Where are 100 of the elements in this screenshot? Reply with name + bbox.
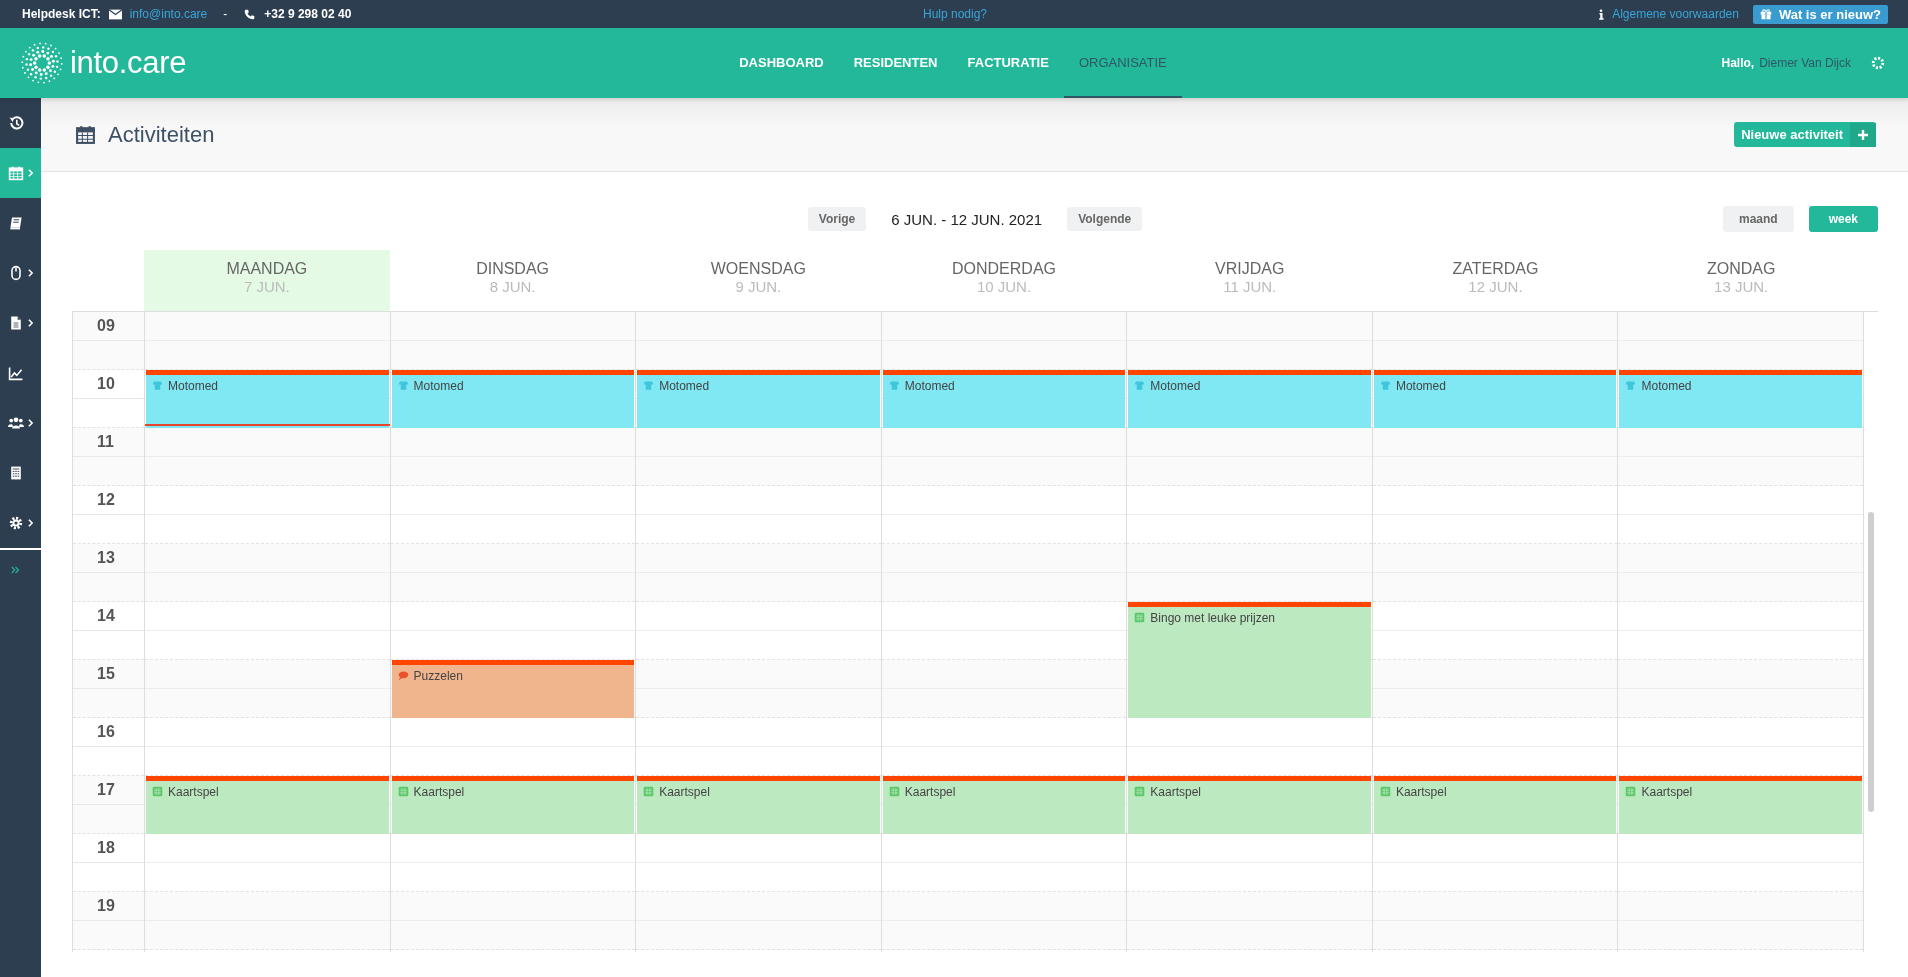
grid-icon [1134,786,1146,797]
time-slot[interactable] [1618,428,1864,486]
event-title: Kaartspel [1395,785,1447,799]
greeting-text: Hallo, [1721,56,1755,70]
grid-icon [152,786,163,797]
hour-label: 13 [97,549,115,566]
event-block[interactable]: Kaartspel [637,776,880,834]
hour-label: 17 [97,781,115,798]
grid-icon [1625,786,1637,797]
event-block[interactable]: Kaartspel [146,776,389,834]
time-slot[interactable] [1127,312,1372,370]
time-slot[interactable] [881,312,1127,370]
document-icon [8,315,24,331]
hour-label: 12 [97,491,115,508]
hour-label: 15 [97,665,115,682]
time-slot[interactable] [1372,660,1618,718]
grid-icon [1134,612,1146,623]
event-title: Motomed [904,379,955,393]
grid-icon [1379,786,1391,797]
speech-bubble-icon [397,670,409,681]
time-slot[interactable] [636,660,881,718]
time-slot[interactable] [145,428,390,486]
time-slot[interactable] [636,428,881,486]
time-slot[interactable] [636,892,881,950]
time-slot[interactable] [1127,892,1372,950]
view-toggle-button[interactable]: maand [1722,206,1794,232]
next-button[interactable]: Volgende [1067,207,1143,231]
time-slot[interactable] [390,312,636,370]
time-slot[interactable] [145,892,390,950]
day-name: ZATERDAG [1451,260,1540,278]
time-slot[interactable] [1618,660,1864,718]
scrollbar-thumb[interactable] [1868,512,1875,812]
day-date: 10 JUN. [975,278,1033,295]
time-slot[interactable] [145,544,390,602]
event-title: Kaartspel [168,785,219,799]
page-title: Activiteiten [108,121,215,148]
event-block[interactable]: Bingo met leuke prijzen [1128,602,1371,718]
time-slot[interactable] [390,544,636,602]
day-date: 8 JUN. [488,278,537,295]
users-icon [8,415,24,431]
event-block[interactable]: Kaartspel [882,776,1126,834]
event-title: Motomed [413,379,464,393]
time-slot[interactable] [1127,428,1372,486]
gift-icon [1759,8,1772,20]
time-slot[interactable] [145,312,390,370]
event-title: Bingo met leuke prijzen [1150,611,1276,625]
event-block[interactable]: Motomed [637,370,880,428]
event-block[interactable]: Motomed [1128,370,1371,428]
event-title: Kaartspel [904,785,956,799]
time-slot[interactable] [1372,544,1618,602]
event-block[interactable]: Kaartspel [1619,776,1863,834]
event-block[interactable]: Kaartspel [391,776,635,834]
time-slot[interactable] [390,428,636,486]
time-slot[interactable] [390,892,636,950]
day-date: 9 JUN. [734,278,783,295]
phone-number: +32 9 298 02 40 [264,7,352,21]
terms-link[interactable]: Algemene voorwaarden [1612,7,1739,21]
event-block[interactable]: Motomed [146,370,389,428]
time-slot[interactable] [1372,892,1618,950]
date-range: 6 JUN. - 12 JUN. 2021 [891,210,1043,228]
event-title: Puzzelen [413,669,463,683]
double-chevron-icon [11,566,20,574]
day-date: 13 JUN. [1713,278,1770,295]
event-block[interactable]: Motomed [391,370,635,428]
event-block[interactable]: Motomed [1373,370,1617,428]
time-slot[interactable] [636,544,881,602]
history-icon [8,115,24,131]
time-slot[interactable] [1372,428,1618,486]
time-slot[interactable] [881,660,1127,718]
hour-label: 18 [97,839,115,856]
time-slot[interactable] [1618,544,1864,602]
event-block[interactable]: Kaartspel [1373,776,1617,834]
email-link[interactable]: info@into.care [129,7,208,21]
calendar-icon [8,165,24,181]
shirt-icon [888,380,900,391]
event-title: Motomed [659,379,710,393]
time-slot[interactable] [1618,312,1864,370]
event-block[interactable]: Kaartspel [1128,776,1371,834]
mouse-icon [8,265,24,281]
time-slot[interactable] [1618,892,1864,950]
help-link[interactable]: Hulp nodig? [922,7,988,21]
time-slot[interactable] [881,428,1127,486]
plus-icon [1850,122,1876,147]
event-block[interactable]: Motomed [882,370,1126,428]
grid-icon [397,786,409,797]
event-block[interactable]: Puzzelen [391,660,635,718]
event-title: Kaartspel [413,785,465,799]
day-name: MAANDAG [225,260,309,278]
time-slot[interactable] [145,660,390,718]
time-slot[interactable] [1372,312,1618,370]
shirt-icon [1379,380,1391,391]
settings-button[interactable] [1870,55,1886,71]
previous-button[interactable]: Vorige [807,207,867,231]
time-slot[interactable] [636,312,881,370]
time-slot[interactable] [881,544,1127,602]
time-slot[interactable] [1127,544,1372,602]
event-title: Motomed [168,379,219,393]
hour-label: 14 [97,607,115,624]
time-slot[interactable] [881,892,1127,950]
event-block[interactable]: Motomed [1619,370,1863,428]
